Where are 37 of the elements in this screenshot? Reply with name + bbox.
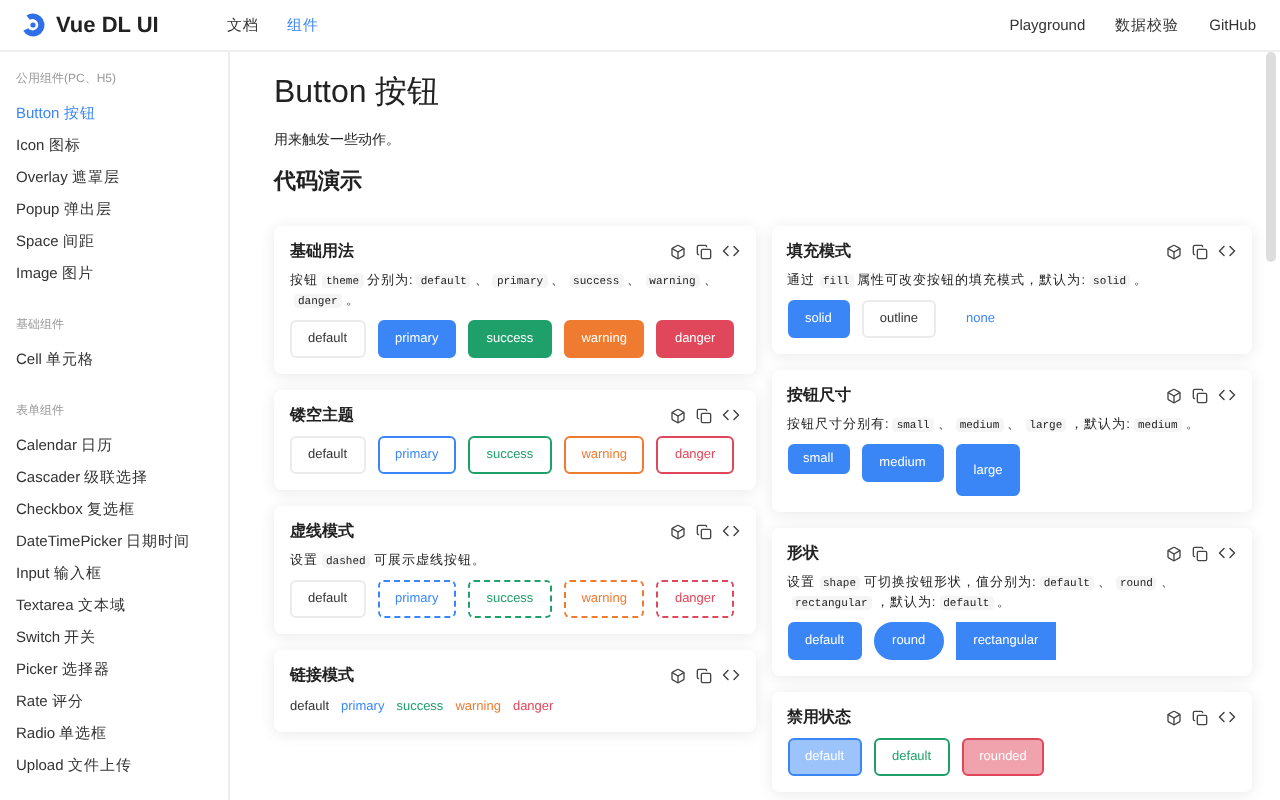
code-icon[interactable]	[1218, 242, 1236, 260]
copy-icon[interactable]	[695, 523, 711, 539]
card-title: 填充模式	[787, 240, 853, 262]
copy-icon[interactable]	[1192, 387, 1208, 403]
code-icon[interactable]	[721, 522, 739, 540]
logo-icon	[20, 12, 46, 38]
card-title: 基础用法	[290, 240, 356, 262]
code-icon[interactable]	[721, 242, 739, 260]
cube-icon[interactable]	[1166, 709, 1182, 725]
copy-icon[interactable]	[695, 667, 711, 683]
copy-icon[interactable]	[1192, 545, 1208, 561]
copy-icon[interactable]	[695, 243, 711, 259]
cube-icon[interactable]	[1166, 545, 1182, 561]
page-title: Button 按钮	[274, 74, 442, 114]
cube-icon[interactable]	[669, 667, 685, 683]
code-icon[interactable]	[1218, 708, 1236, 726]
card-title: 镂空主题	[290, 404, 356, 426]
code-icon[interactable]	[1218, 386, 1236, 404]
card-title: 链接模式	[290, 664, 356, 686]
section-heading: 代码演示	[274, 167, 364, 196]
cube-icon[interactable]	[669, 407, 685, 423]
card-title: 禁用状态	[787, 706, 853, 728]
cube-icon[interactable]	[669, 243, 685, 259]
copy-icon[interactable]	[695, 407, 711, 423]
brand-name: Vue DL UI	[56, 13, 159, 37]
code-icon[interactable]	[721, 666, 739, 684]
scrollbar[interactable]	[1266, 52, 1276, 262]
code-icon[interactable]	[1218, 544, 1236, 562]
cube-icon[interactable]	[1166, 387, 1182, 403]
card-title: 按钮尺寸	[787, 384, 853, 406]
copy-icon[interactable]	[1192, 709, 1208, 725]
cube-icon[interactable]	[1166, 243, 1182, 259]
code-icon[interactable]	[721, 406, 739, 424]
cube-icon[interactable]	[669, 523, 685, 539]
card-title: 虚线模式	[290, 520, 356, 542]
card-title: 形状	[787, 542, 821, 564]
copy-icon[interactable]	[1192, 243, 1208, 259]
